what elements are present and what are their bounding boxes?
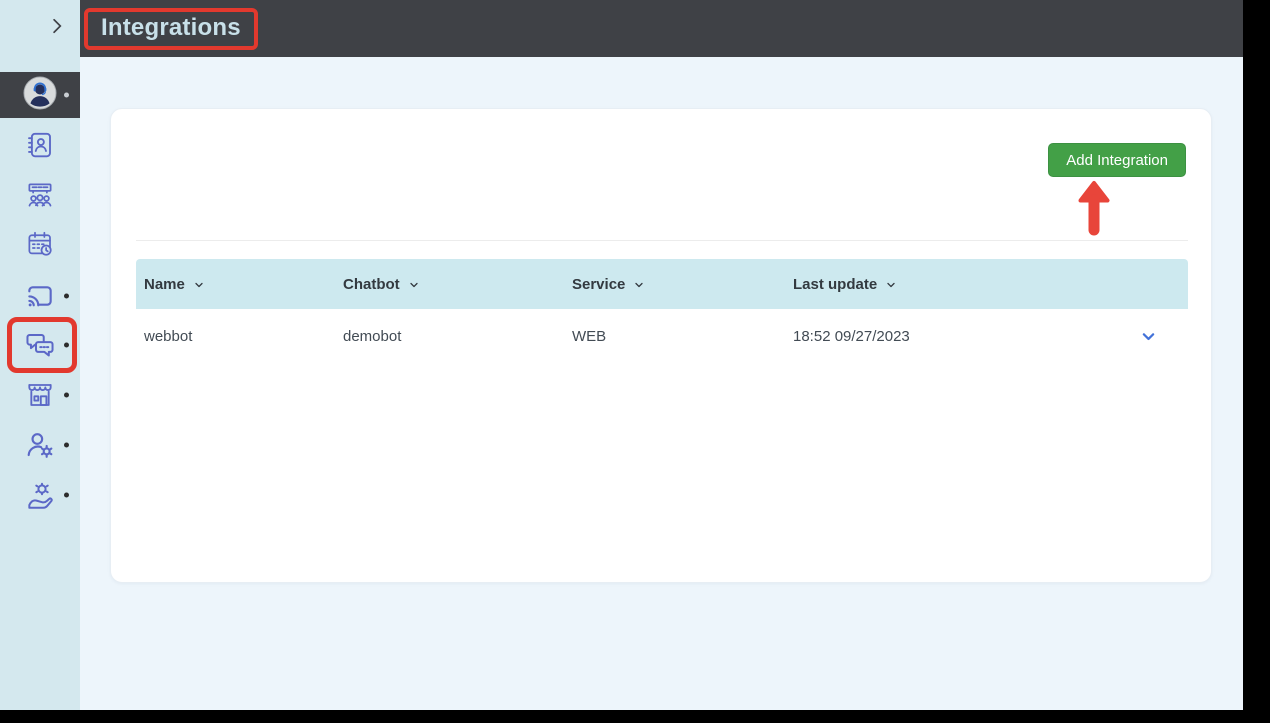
- column-header-name[interactable]: Name: [144, 276, 343, 293]
- sidebar-item-chats[interactable]: [0, 321, 80, 369]
- notification-dot: [64, 443, 69, 448]
- sidebar-expand-button[interactable]: [0, 0, 80, 57]
- row-expand-button[interactable]: [1108, 328, 1188, 345]
- sidebar-item-store[interactable]: [0, 371, 80, 419]
- sidebar-item-audience[interactable]: [0, 171, 80, 219]
- user-gear-icon: [24, 429, 56, 461]
- sidebar: [0, 0, 80, 710]
- contacts-book-icon: [25, 130, 55, 160]
- app-window: Integrations Add Integration Name Chatbo…: [0, 0, 1243, 710]
- notification-dot: [64, 493, 69, 498]
- notification-dot: [64, 393, 69, 398]
- cell-last-update: 18:52 09/27/2023: [793, 328, 1108, 345]
- chevron-right-icon: [47, 14, 67, 43]
- column-label: Last update: [793, 276, 877, 293]
- table-row: webbot demobot WEB 18:52 09/27/2023: [136, 309, 1188, 363]
- main-content: Add Integration Name Chatbot: [80, 57, 1243, 710]
- divider: [136, 240, 1188, 241]
- hand-gear-icon: [24, 479, 56, 511]
- sidebar-item-user-settings[interactable]: [0, 421, 80, 469]
- notification-dot: [64, 93, 69, 98]
- notification-dot: [64, 294, 69, 299]
- page-title: Integrations: [101, 14, 241, 41]
- integrations-card: Add Integration Name Chatbot: [110, 108, 1212, 583]
- chat-bubbles-icon: [24, 329, 56, 361]
- sort-chevron-icon: [885, 279, 897, 291]
- annotation-highlight-title: Integrations: [84, 8, 258, 50]
- column-header-service[interactable]: Service: [572, 276, 793, 293]
- cell-service: WEB: [572, 328, 793, 345]
- cast-icon: [24, 280, 56, 312]
- column-label: Name: [144, 276, 185, 293]
- audience-icon: [25, 180, 55, 210]
- annotation-arrow-icon: [1076, 179, 1112, 237]
- sidebar-item-broadcast[interactable]: [0, 272, 80, 320]
- cell-chatbot: demobot: [343, 328, 572, 345]
- cell-name: webbot: [144, 328, 343, 345]
- column-label: Service: [572, 276, 625, 293]
- sidebar-item-calendar[interactable]: [0, 220, 80, 268]
- column-header-chatbot[interactable]: Chatbot: [343, 276, 572, 293]
- sort-chevron-icon: [193, 279, 205, 291]
- topbar: Integrations: [80, 0, 1243, 57]
- sidebar-item-agent-profile[interactable]: [0, 72, 80, 118]
- storefront-icon: [24, 379, 56, 411]
- sidebar-item-services[interactable]: [0, 471, 80, 519]
- column-header-last-update[interactable]: Last update: [793, 276, 1108, 293]
- integrations-table: Name Chatbot Service Last update: [136, 259, 1188, 363]
- sort-chevron-icon: [408, 279, 420, 291]
- column-label: Chatbot: [343, 276, 400, 293]
- agent-avatar-icon: [23, 76, 57, 115]
- sort-chevron-icon: [633, 279, 645, 291]
- notification-dot: [64, 343, 69, 348]
- calendar-clock-icon: [25, 229, 55, 259]
- sidebar-item-contacts[interactable]: [0, 121, 80, 169]
- table-header: Name Chatbot Service Last update: [136, 259, 1188, 309]
- add-integration-button[interactable]: Add Integration: [1048, 143, 1186, 177]
- chevron-down-icon: [1140, 328, 1157, 345]
